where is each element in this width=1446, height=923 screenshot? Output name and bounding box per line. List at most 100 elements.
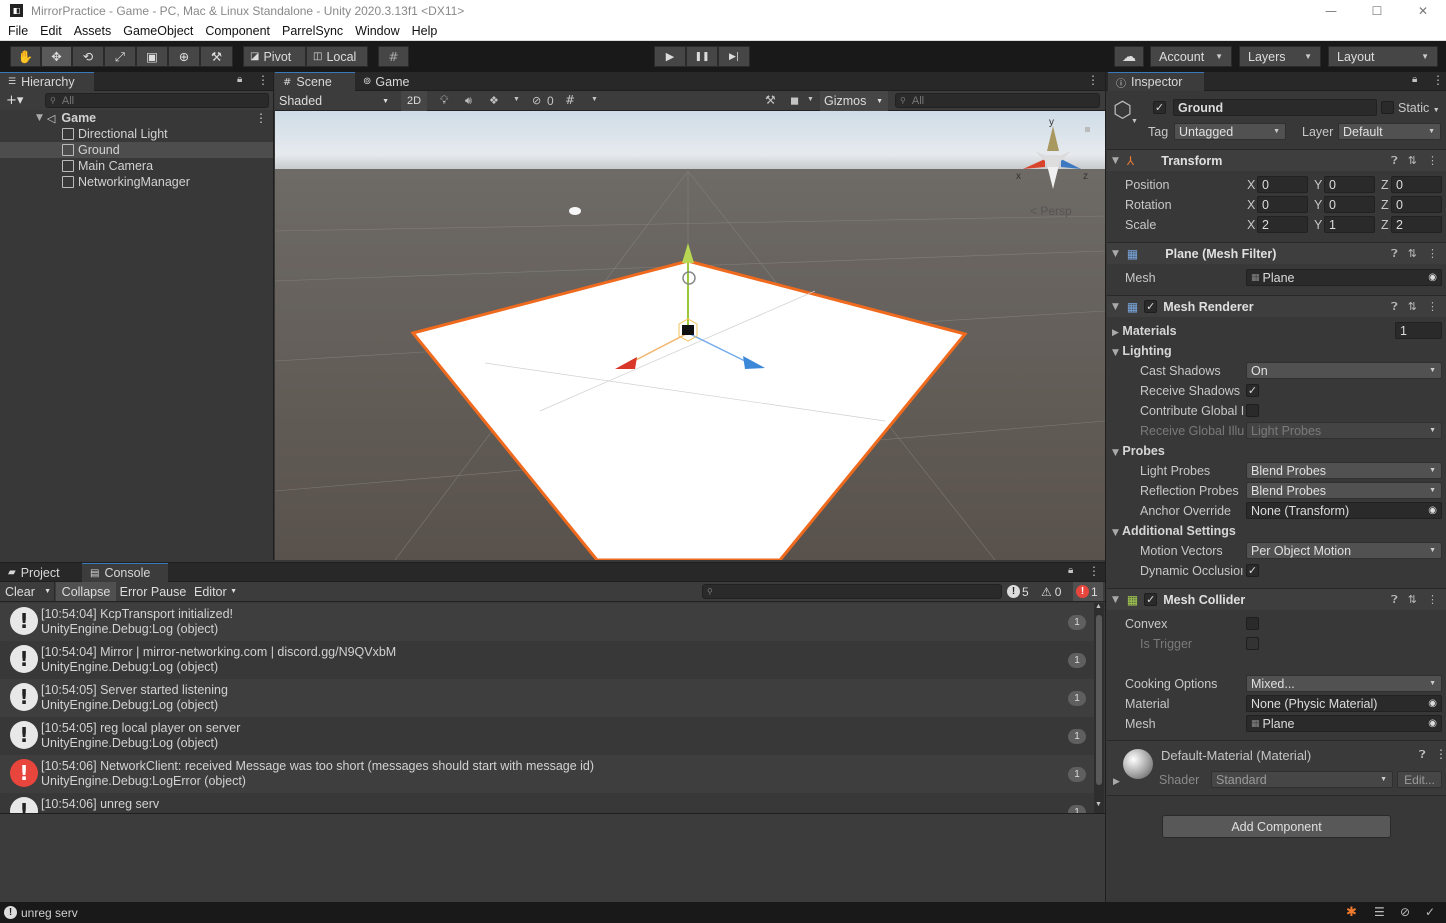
scale-y-field[interactable]: 1 — [1324, 216, 1375, 233]
minimize-button[interactable]: — — [1308, 0, 1354, 21]
scroll-up-icon[interactable]: ▲ — [1095, 603, 1102, 610]
error-count-toggle[interactable]: ! 1 — [1073, 582, 1103, 601]
motion-vectors-dropdown[interactable]: Per Object Motion — [1246, 542, 1442, 559]
progress-done-icon[interactable]: ✓ — [1425, 905, 1435, 919]
local-toggle[interactable]: ◫ Local — [306, 46, 368, 67]
menu-edit[interactable]: Edit — [36, 24, 66, 38]
log-entry[interactable]: ! [10:54:05] Server started listening Un… — [0, 679, 1094, 717]
menu-parrelsync[interactable]: ParrelSync — [278, 24, 347, 38]
cooking-options-dropdown[interactable]: Mixed... — [1246, 675, 1442, 692]
materials-foldout[interactable]: ▶ Materials — [1112, 324, 1177, 338]
log-entry[interactable]: ! [10:54:06] unreg serv 1 — [0, 793, 1094, 813]
list-item[interactable]: Main Camera — [0, 158, 273, 174]
log-entry[interactable]: ! [10:54:04] KcpTransport initialized! U… — [0, 603, 1094, 641]
tab-console[interactable]: ▤ Console — [82, 563, 168, 582]
presets-icon[interactable]: ⇅ — [1408, 300, 1417, 314]
rotation-y-field[interactable]: 0 — [1324, 196, 1375, 213]
cache-server-icon[interactable]: ☰ — [1374, 905, 1385, 919]
expand-triangle-icon[interactable]: ▼ — [1112, 156, 1119, 166]
expand-triangle-icon[interactable]: ▼ — [1112, 595, 1119, 605]
add-component-button[interactable]: Add Component — [1162, 815, 1391, 838]
account-dropdown[interactable]: Account — [1150, 46, 1232, 67]
error-pause-toggle[interactable]: Error Pause — [117, 582, 189, 601]
camera-icon[interactable]: ◼ — [790, 94, 799, 107]
receive-shadows-checkbox[interactable]: ✓ — [1246, 384, 1259, 397]
static-dropdown[interactable]: Static ▼ — [1398, 101, 1440, 115]
mesh-object-field[interactable]: ▦ Plane ◉ — [1246, 269, 1442, 286]
kebab-menu-icon[interactable]: ⋮ — [1087, 73, 1099, 87]
layout-dropdown[interactable]: Layout — [1328, 46, 1438, 67]
warning-count-toggle[interactable]: ⚠ 0 — [1041, 582, 1071, 601]
convex-checkbox[interactable] — [1246, 617, 1259, 630]
shading-mode-dropdown[interactable]: Shaded ▼ — [275, 91, 395, 111]
lighting-foldout[interactable]: ▼ Lighting — [1112, 344, 1172, 358]
chevron-down-icon[interactable]: ▼ — [807, 96, 814, 103]
object-picker-icon[interactable]: ◉ — [1428, 718, 1437, 729]
collider-material-field[interactable]: None (Physic Material) ◉ — [1246, 695, 1442, 712]
scene-viewport[interactable]: x y z < Persp — [275, 111, 1105, 560]
add-object-button[interactable]: +▾ — [6, 93, 23, 108]
tab-game[interactable]: ⊚ Game — [355, 72, 425, 91]
tab-inspector[interactable]: ⓘ Inspector — [1108, 72, 1204, 91]
pause-button[interactable]: ❚❚ — [686, 46, 718, 67]
grid-toggle-icon[interactable]: # — [565, 93, 575, 107]
help-icon[interactable]: ❓︎ — [1391, 593, 1398, 607]
contribute-gi-checkbox[interactable] — [1246, 404, 1259, 417]
console-log-list[interactable]: ! [10:54:04] KcpTransport initialized! U… — [0, 603, 1094, 813]
shader-dropdown[interactable]: Standard — [1211, 771, 1393, 788]
transform-tool-icon[interactable]: ⊕ — [168, 46, 200, 67]
hidden-objects-icon[interactable]: ⊘ — [532, 94, 541, 107]
menu-file[interactable]: File — [4, 24, 32, 38]
effects-toggle-icon[interactable]: ❖ — [489, 94, 499, 107]
help-icon[interactable]: ❓︎ — [1391, 154, 1398, 168]
console-search-input[interactable]: ⚲ — [702, 584, 1002, 599]
tools-icon[interactable]: ⚒ — [765, 93, 776, 107]
chevron-down-icon[interactable]: ▼ — [513, 96, 520, 103]
scene-render[interactable]: x y z < Persp — [275, 111, 1105, 560]
position-z-field[interactable]: 0 — [1391, 176, 1442, 193]
menu-component[interactable]: Component — [201, 24, 274, 38]
light-probes-dropdown[interactable]: Blend Probes — [1246, 462, 1442, 479]
log-entry[interactable]: ! [10:54:06] NetworkClient: received Mes… — [0, 755, 1094, 793]
persp-label[interactable]: < Persp — [1030, 204, 1072, 218]
scene-row[interactable]: ▼ ◁ Game ⋮ — [0, 110, 273, 126]
object-picker-icon[interactable]: ◉ — [1428, 698, 1437, 709]
kebab-menu-icon[interactable]: ⋮ — [1435, 747, 1446, 761]
menu-gameobject[interactable]: GameObject — [119, 24, 197, 38]
gizmos-dropdown[interactable]: Gizmos ▼ — [820, 91, 888, 111]
kebab-menu-icon[interactable]: ⋮ — [1088, 564, 1100, 578]
collapsed-triangle-icon[interactable]: ▶ — [1113, 777, 1120, 787]
2d-toggle[interactable]: 2D — [401, 91, 427, 111]
position-x-field[interactable]: 0 — [1257, 176, 1308, 193]
lock-icon[interactable]: 🔒︎ — [1412, 74, 1417, 85]
menu-assets[interactable]: Assets — [70, 24, 116, 38]
list-item[interactable]: Ground — [0, 142, 273, 158]
tab-project[interactable]: ▰ Project — [0, 563, 82, 582]
grid-snap-icon[interactable]: # — [378, 46, 409, 67]
layer-dropdown[interactable]: Default — [1338, 123, 1441, 140]
rotation-x-field[interactable]: 0 — [1257, 196, 1308, 213]
console-scrollbar[interactable]: ▲ ▼ — [1094, 603, 1104, 813]
active-checkbox[interactable]: ✓ — [1153, 101, 1166, 114]
kebab-menu-icon[interactable]: ⋮ — [1427, 593, 1438, 607]
scene-menu-icon[interactable]: ⋮ — [255, 111, 267, 125]
kebab-menu-icon[interactable]: ⋮ — [1427, 247, 1438, 261]
rect-tool-icon[interactable]: ▣ — [136, 46, 168, 67]
cloud-icon[interactable]: ☁ — [1114, 46, 1144, 67]
scale-z-field[interactable]: 2 — [1391, 216, 1442, 233]
log-count-toggle[interactable]: ! 5 — [1007, 582, 1037, 601]
position-y-field[interactable]: 0 — [1324, 176, 1375, 193]
lock-icon[interactable]: 🔒︎ — [1068, 565, 1073, 576]
status-message[interactable]: unreg serv — [21, 906, 78, 920]
dynamic-occlusion-checkbox[interactable]: ✓ — [1246, 564, 1259, 577]
chevron-down-icon[interactable]: ▼ — [44, 588, 51, 595]
menu-window[interactable]: Window — [351, 24, 403, 38]
list-item[interactable]: Directional Light — [0, 126, 273, 142]
mesh-filter-header[interactable]: ▼ ▦ Plane (Mesh Filter) ❓︎ ⇅ ⋮ — [1107, 242, 1446, 264]
kebab-menu-icon[interactable]: ⋮ — [1427, 300, 1438, 314]
scene-search-input[interactable]: ⚲ All — [895, 93, 1100, 108]
help-icon[interactable]: ❓︎ — [1391, 300, 1398, 314]
lock-icon[interactable]: 🔒︎ — [237, 74, 242, 85]
expand-triangle-icon[interactable]: ▼ — [36, 113, 43, 123]
kebab-menu-icon[interactable]: ⋮ — [1432, 73, 1444, 87]
